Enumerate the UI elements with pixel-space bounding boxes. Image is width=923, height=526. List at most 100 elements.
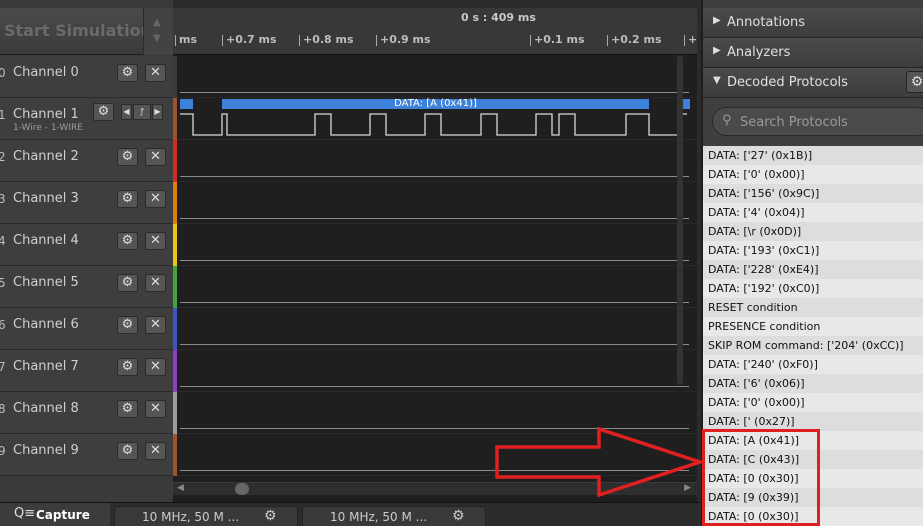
highlight-box: [702, 429, 820, 526]
gear-icon[interactable]: ⚙: [117, 232, 138, 250]
close-icon[interactable]: ✕: [145, 190, 166, 208]
channel-row-6[interactable]: 6 Channel 6 ⚙ ✕: [0, 308, 173, 350]
gear-icon[interactable]: ⚙: [117, 442, 138, 460]
search-protocols-input[interactable]: [740, 113, 920, 131]
gear-icon[interactable]: ⚙: [906, 71, 923, 93]
capture-tab-label: 10 MHz, 50 M ...: [142, 510, 240, 524]
vertical-scrollbar[interactable]: [677, 55, 683, 385]
result-item[interactable]: SKIP ROM command: ['204' (0xCC)]: [703, 336, 923, 355]
signal-lane: [173, 350, 697, 392]
close-icon[interactable]: ✕: [145, 274, 166, 292]
protocol-bar-segment[interactable]: [180, 99, 193, 109]
analyzers-header[interactable]: ▶ Analyzers: [703, 38, 923, 68]
analyzers-label: Analyzers: [727, 45, 791, 60]
channel-name[interactable]: Channel 3: [13, 191, 79, 206]
channel-number: 3: [0, 192, 6, 206]
result-item[interactable]: DATA: ['27' (0x1B)]: [703, 146, 923, 165]
chevron-up-icon[interactable]: ▲: [153, 17, 161, 28]
gear-icon[interactable]: ⚙: [117, 358, 138, 376]
result-item[interactable]: DATA: ['156' (0x9C)]: [703, 184, 923, 203]
channel-row-2[interactable]: 2 Channel 2 ⚙ ✕: [0, 140, 173, 182]
result-item[interactable]: DATA: [\r (0x0D)]: [703, 222, 923, 241]
next-edge-icon[interactable]: ▶: [152, 104, 163, 120]
gear-icon[interactable]: ⚙: [117, 274, 138, 292]
close-icon[interactable]: ✕: [145, 400, 166, 418]
result-item[interactable]: DATA: ['192' (0xC0)]: [703, 279, 923, 298]
result-item[interactable]: DATA: ['228' (0xE4)]: [703, 260, 923, 279]
gear-icon[interactable]: ⚙: [452, 508, 465, 524]
close-icon[interactable]: ✕: [145, 64, 166, 82]
close-icon[interactable]: ✕: [145, 442, 166, 460]
channel-row-9[interactable]: 9 Channel 9 ⚙ ✕: [0, 434, 173, 476]
gear-icon[interactable]: ⚙: [117, 316, 138, 334]
channel-name[interactable]: Channel 0: [13, 65, 79, 80]
time-tick: ms: [174, 33, 198, 46]
digital-signal-trace: [180, 113, 687, 136]
gear-icon[interactable]: ⚙: [117, 64, 138, 82]
result-item[interactable]: DATA: ['193' (0xC1)]: [703, 241, 923, 260]
signal-baseline: [180, 92, 689, 93]
result-item[interactable]: DATA: ['0' (0x00)]: [703, 393, 923, 412]
result-item[interactable]: DATA: ['6' (0x06)]: [703, 374, 923, 393]
gear-icon[interactable]: ⚙: [93, 103, 114, 121]
channel-name[interactable]: Channel 8: [13, 401, 79, 416]
channel-row-1[interactable]: 1 Channel 1 1-Wire - 1-WIRE ⚙ ◀ ƒ ▶: [0, 98, 173, 140]
channel-name[interactable]: Channel 9: [13, 443, 79, 458]
channel-color-strip: [173, 434, 177, 476]
signal-lane: [173, 182, 697, 224]
close-icon[interactable]: ✕: [145, 232, 166, 250]
channel-color-strip: [173, 182, 177, 224]
channel-name[interactable]: Channel 1: [13, 107, 79, 122]
time-tick: +0.7 ms: [222, 33, 277, 46]
time-tick: +0.8 ms: [299, 33, 354, 46]
signal-baseline: [180, 176, 689, 177]
close-icon[interactable]: ✕: [145, 148, 166, 166]
search-protocols-box[interactable]: ⚲: [712, 107, 923, 136]
channel-row-3[interactable]: 3 Channel 3 ⚙ ✕: [0, 182, 173, 224]
simulation-spinner[interactable]: ▲ ▼: [143, 8, 173, 55]
channel-name[interactable]: Channel 6: [13, 317, 79, 332]
decoded-protocols-header[interactable]: ▼ Decoded Protocols ⚙: [703, 68, 923, 98]
gear-icon[interactable]: ⚙: [117, 190, 138, 208]
close-icon[interactable]: ✕: [145, 316, 166, 334]
chevron-down-icon[interactable]: ▼: [153, 33, 161, 44]
channel-name[interactable]: Channel 7: [13, 359, 79, 374]
result-item[interactable]: PRESENCE condition: [703, 317, 923, 336]
capture-button[interactable]: Q≡ Capture: [0, 503, 110, 526]
channel-color-strip: [173, 140, 177, 182]
channel-number: 5: [0, 276, 6, 290]
protocol-bar-data[interactable]: DATA: [A (0x41)]: [222, 99, 649, 109]
channel-row-5[interactable]: 5 Channel 5 ⚙ ✕: [0, 266, 173, 308]
trigger-icon[interactable]: ƒ: [133, 104, 151, 120]
gear-icon[interactable]: ⚙: [264, 508, 277, 524]
result-item[interactable]: DATA: ['0' (0x00)]: [703, 165, 923, 184]
signal-baseline: [180, 386, 689, 387]
channel-color-strip: [173, 266, 177, 308]
capture-tab-2[interactable]: 10 MHz, 50 M ... ⚙: [302, 506, 486, 526]
close-icon[interactable]: ✕: [145, 358, 166, 376]
start-simulation-button[interactable]: Start Simulation ▲ ▼: [0, 8, 173, 55]
channel-row-8[interactable]: 8 Channel 8 ⚙ ✕: [0, 392, 173, 434]
channel-color-strip: [173, 224, 177, 266]
scroll-thumb[interactable]: [235, 483, 249, 495]
scroll-left-icon[interactable]: ◀: [177, 483, 184, 493]
result-item[interactable]: DATA: ['4' (0x04)]: [703, 203, 923, 222]
gear-icon[interactable]: ⚙: [117, 148, 138, 166]
capture-tab-1[interactable]: 10 MHz, 50 M ... ⚙: [114, 506, 298, 526]
signal-lane: [173, 308, 697, 350]
time-cursor-readout: 0 s : 409 ms: [461, 11, 536, 24]
result-item[interactable]: DATA: ['240' (0xF0)]: [703, 355, 923, 374]
channel-name[interactable]: Channel 5: [13, 275, 79, 290]
gear-icon[interactable]: ⚙: [117, 400, 138, 418]
channel-row-0[interactable]: 0 Channel 0 ⚙ ✕: [0, 56, 173, 98]
result-item[interactable]: RESET condition: [703, 298, 923, 317]
channel-row-7[interactable]: 7 Channel 7 ⚙ ✕: [0, 350, 173, 392]
time-ruler[interactable]: 0 s : 409 ms ms +0.7 ms +0.8 ms +0.9 ms …: [173, 8, 697, 55]
channel-name[interactable]: Channel 4: [13, 233, 79, 248]
channel-name[interactable]: Channel 2: [13, 149, 79, 164]
annotations-header[interactable]: ▶ Annotations: [703, 8, 923, 38]
channel1-waveform: [180, 113, 687, 136]
prev-edge-icon[interactable]: ◀: [121, 104, 132, 120]
channel-row-4[interactable]: 4 Channel 4 ⚙ ✕: [0, 224, 173, 266]
decoded-protocols-label: Decoded Protocols: [727, 75, 848, 90]
